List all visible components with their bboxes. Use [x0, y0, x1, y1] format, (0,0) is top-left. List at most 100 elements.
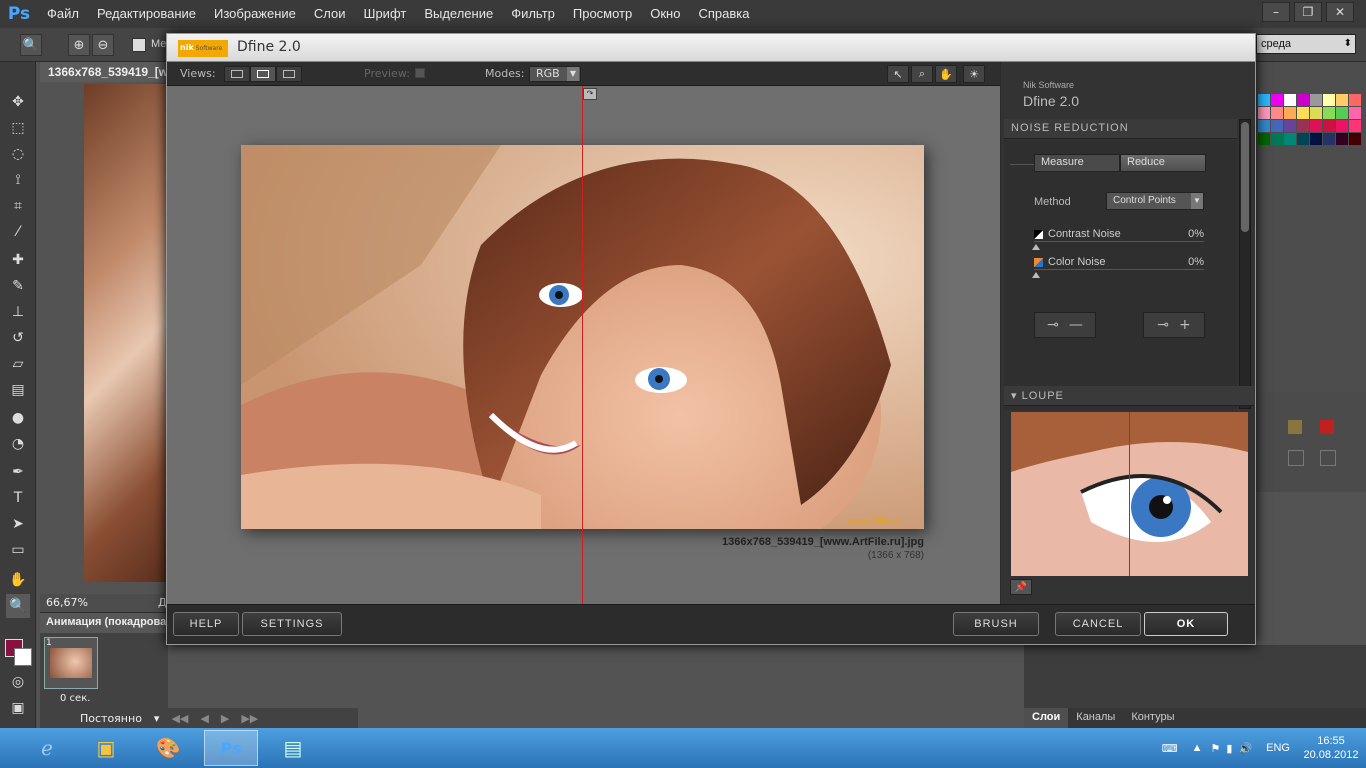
noise-reduction-header[interactable]: NOISE REDUCTION: [1004, 119, 1237, 139]
menu-select[interactable]: Выделение: [415, 0, 502, 28]
color-swatch[interactable]: [1258, 107, 1270, 119]
color-swatch[interactable]: [1271, 133, 1283, 145]
color-swatch[interactable]: [1323, 107, 1335, 119]
split-view-icon[interactable]: [250, 66, 276, 82]
frame-delay[interactable]: 0 сек.: [60, 693, 90, 704]
color-swatch[interactable]: [1349, 94, 1361, 106]
restore-button[interactable]: ❐: [1294, 2, 1322, 22]
color-noise-slider[interactable]: Color Noise 0%: [1034, 256, 1204, 270]
zoom-tool-icon[interactable]: ⌕: [911, 65, 933, 83]
color-swatch[interactable]: [1310, 133, 1322, 145]
loupe-pin-icon[interactable]: 📌: [1010, 579, 1032, 595]
menu-view[interactable]: Просмотр: [564, 0, 641, 28]
color-swatch[interactable]: [1323, 133, 1335, 145]
background-color-swatch[interactable]: [14, 648, 32, 666]
gradient-tool-icon[interactable]: ▤: [6, 378, 30, 402]
color-swatch[interactable]: [1271, 94, 1283, 106]
style-swatch[interactable]: [1288, 450, 1304, 466]
menu-filter[interactable]: Фильтр: [502, 0, 564, 28]
menu-window[interactable]: Окно: [641, 0, 689, 28]
color-swatch[interactable]: [1310, 94, 1322, 106]
loop-select[interactable]: Постоянно: [80, 712, 142, 725]
help-button[interactable]: HELP: [173, 612, 239, 636]
zoom-level[interactable]: 66,67%: [46, 596, 88, 609]
volume-icon[interactable]: 🔊: [1238, 742, 1252, 755]
stamp-tool-icon[interactable]: ⊥: [6, 300, 30, 324]
play-icon[interactable]: ▶: [221, 712, 229, 725]
keyboard-icon[interactable]: ⌨: [1162, 742, 1178, 755]
pointer-tool-icon[interactable]: ↖: [887, 65, 909, 83]
file-explorer-icon[interactable]: ▣: [79, 730, 133, 766]
zoom-tool-icon[interactable]: 🔍: [20, 34, 42, 56]
notepad-icon[interactable]: ▤: [266, 730, 320, 766]
history-brush-icon[interactable]: ↺: [6, 326, 30, 350]
color-swatch[interactable]: [1271, 120, 1283, 132]
zoom-in-icon[interactable]: ⊕: [68, 34, 90, 56]
remove-control-point-button[interactable]: ⊸ —: [1034, 312, 1096, 338]
network-icon[interactable]: ▮: [1226, 742, 1232, 755]
color-swatch[interactable]: [1284, 107, 1296, 119]
color-swatch[interactable]: [1258, 133, 1270, 145]
color-swatch[interactable]: [1271, 107, 1283, 119]
quick-select-icon[interactable]: ⟟: [6, 168, 30, 192]
style-swatch[interactable]: [1320, 450, 1336, 466]
blur-tool-icon[interactable]: ●: [6, 406, 30, 430]
scrollbar-thumb[interactable]: [1241, 122, 1249, 232]
loupe-header[interactable]: ▾ LOUPE: [1004, 386, 1254, 406]
color-swatch[interactable]: [1284, 120, 1296, 132]
resize-windows-checkbox[interactable]: [132, 38, 146, 52]
preview-checkbox[interactable]: [415, 68, 425, 78]
clock[interactable]: 16:55 20.08.2012: [1296, 734, 1366, 762]
minimize-button[interactable]: –: [1262, 2, 1290, 22]
preview-area[interactable]: www.ArtFile.ru ↷ 1366x768_539419_[www.Ar…: [167, 86, 1000, 604]
panel-scrollbar[interactable]: [1239, 119, 1251, 409]
loop-dropdown-icon[interactable]: ▾: [154, 712, 160, 725]
color-swatch[interactable]: [1297, 107, 1309, 119]
menu-help[interactable]: Справка: [689, 0, 758, 28]
color-swatch[interactable]: [1323, 94, 1335, 106]
color-swatch[interactable]: [1258, 120, 1270, 132]
color-swatch[interactable]: [1336, 120, 1348, 132]
healing-brush-icon[interactable]: ✚: [6, 248, 30, 272]
shape-tool-icon[interactable]: ▭: [6, 538, 30, 562]
color-swatch[interactable]: [1323, 120, 1335, 132]
photoshop-taskbar-icon[interactable]: Ps: [204, 730, 258, 766]
color-swatch[interactable]: [1349, 107, 1361, 119]
cancel-button[interactable]: CANCEL: [1055, 612, 1141, 636]
color-swatch[interactable]: [1297, 133, 1309, 145]
document-tab[interactable]: 1366x768_539419_[www: [40, 62, 170, 82]
move-tool-icon[interactable]: ✥: [6, 90, 30, 114]
color-swatch[interactable]: [1284, 94, 1296, 106]
split-handle-icon[interactable]: ↷: [583, 88, 597, 100]
mode-select[interactable]: RGB: [529, 66, 581, 82]
color-swatch[interactable]: [1297, 120, 1309, 132]
style-swatch[interactable]: [1320, 420, 1334, 434]
color-swatch[interactable]: [1310, 107, 1322, 119]
zoom-out-icon[interactable]: ⊖: [92, 34, 114, 56]
menu-image[interactable]: Изображение: [205, 0, 305, 28]
flag-icon[interactable]: ⚑: [1211, 742, 1221, 755]
tab-channels[interactable]: Каналы: [1068, 708, 1123, 728]
brush-button[interactable]: BRUSH: [953, 612, 1039, 636]
tray-expand-icon[interactable]: ▲: [1192, 742, 1203, 754]
color-swatch[interactable]: [1310, 120, 1322, 132]
hand-tool-icon[interactable]: ✋: [6, 568, 30, 592]
side-by-side-view-icon[interactable]: [276, 66, 302, 82]
quick-mask-icon[interactable]: ◎: [6, 670, 30, 694]
zoom-tool-icon[interactable]: 🔍: [6, 594, 30, 618]
pen-tool-icon[interactable]: ✒: [6, 460, 30, 484]
color-swatch[interactable]: [1349, 133, 1361, 145]
lasso-tool-icon[interactable]: ◌: [6, 142, 30, 166]
settings-button[interactable]: SETTINGS: [242, 612, 342, 636]
ok-button[interactable]: OK: [1144, 612, 1228, 636]
screen-mode-icon[interactable]: ▣: [6, 696, 30, 720]
next-frame-icon[interactable]: ▶▶: [241, 712, 258, 725]
color-swatch[interactable]: [1349, 120, 1361, 132]
close-button[interactable]: ✕: [1326, 2, 1354, 22]
tab-measure[interactable]: Measure: [1034, 154, 1120, 172]
animation-panel-title[interactable]: Анимация (покадровая: [40, 613, 168, 633]
tab-paths[interactable]: Контуры: [1123, 708, 1182, 728]
hand-tool-icon[interactable]: ✋: [935, 65, 957, 83]
paint-icon[interactable]: 🎨: [141, 730, 195, 766]
contrast-slider-handle[interactable]: [1032, 244, 1040, 250]
